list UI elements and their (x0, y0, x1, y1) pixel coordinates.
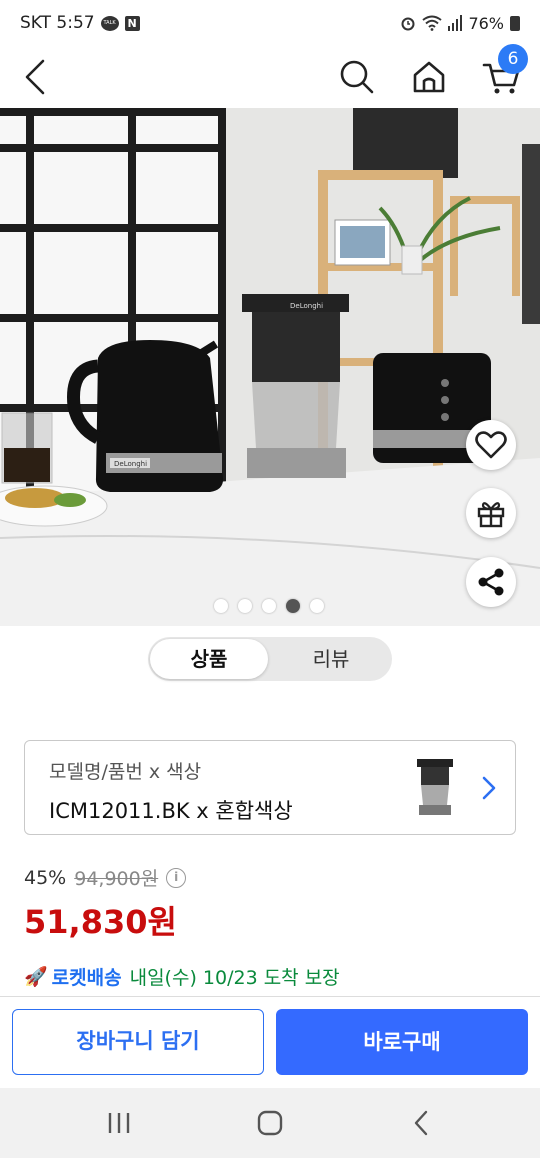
option-value: ICM12011.BK x 혼합색상 (49, 799, 293, 823)
product-review-tabs: 상품 리뷰 (148, 637, 392, 681)
recent-apps-button[interactable] (104, 1108, 134, 1138)
rocket-delivery-label: 로켓배송 (51, 967, 122, 989)
system-home-button[interactable] (255, 1108, 285, 1138)
tab-review[interactable]: 리뷰 (272, 639, 390, 679)
battery-icon (510, 15, 520, 31)
status-left: SKT 5:57 TALK N (20, 13, 140, 33)
recent-apps-icon (108, 1113, 130, 1133)
home-button[interactable] (406, 54, 452, 100)
like-button[interactable] (466, 420, 516, 470)
status-right: 76% (400, 14, 520, 33)
search-button[interactable] (334, 54, 380, 100)
carrier-time: SKT 5:57 (20, 13, 95, 33)
original-price: 94,900원 (74, 868, 159, 890)
chevron-left-icon (25, 59, 45, 95)
heart-icon (475, 431, 507, 459)
gift-icon (477, 502, 505, 528)
tab-product[interactable]: 상품 (150, 639, 268, 679)
add-to-cart-button[interactable]: 장바구니 담기 (12, 1009, 264, 1075)
carousel-dot-active[interactable] (286, 599, 300, 613)
system-navigation-bar (0, 1088, 540, 1158)
back-arrow-icon (414, 1110, 428, 1136)
product-photo: DeLonghi DeLonghi (0, 108, 540, 626)
system-back-button[interactable] (406, 1108, 436, 1138)
top-nav-bar: 6 (0, 44, 540, 108)
delivery-date: 내일(수) 10/23 도착 보장 (129, 967, 340, 989)
wifi-icon (422, 15, 443, 31)
delivery-info: 🚀 로켓배송 내일(수) 10/23 도착 보장 (24, 963, 340, 990)
battery-percent: 76% (468, 13, 504, 33)
product-image-carousel[interactable]: DeLonghi DeLonghi (0, 108, 540, 626)
discount-row: 45% 94,900원 i (24, 864, 187, 891)
cart-count-badge: 6 (498, 44, 528, 74)
home-icon (413, 61, 445, 93)
kettle-brand-text: DeLonghi (114, 460, 147, 468)
naver-icon: N (124, 15, 140, 31)
rocket-icon: 🚀 (24, 966, 48, 988)
back-button[interactable] (12, 54, 58, 100)
sale-price: 51,830원 (24, 903, 177, 941)
share-icon (478, 568, 504, 596)
option-selector[interactable]: 모델명/품번 x 색상 ICM12011.BK x 혼합색상 (24, 740, 516, 835)
chevron-right-icon (482, 776, 496, 800)
signal-icon (448, 15, 463, 31)
share-button[interactable] (466, 557, 516, 607)
carousel-dot[interactable] (310, 599, 324, 613)
buy-now-button[interactable]: 바로구매 (276, 1009, 528, 1075)
option-label: 모델명/품번 x 색상 (49, 761, 202, 783)
carousel-dot[interactable] (238, 599, 252, 613)
carousel-dot[interactable] (262, 599, 276, 613)
status-bar: SKT 5:57 TALK N 76% (0, 0, 540, 46)
carousel-dot[interactable] (214, 599, 228, 613)
info-icon[interactable]: i (166, 867, 187, 888)
kakaotalk-icon: TALK (100, 15, 119, 31)
option-thumbnail (417, 759, 453, 815)
gift-button[interactable] (466, 488, 516, 538)
discount-rate: 45% (24, 866, 67, 889)
purchase-action-bar: 장바구니 담기 바로구매 (0, 996, 540, 1088)
search-icon (340, 60, 374, 94)
coffee-maker-brand-text: DeLonghi (290, 302, 323, 310)
carousel-indicator (214, 599, 324, 613)
alarm-icon (401, 17, 415, 31)
cart-button[interactable]: 6 (478, 44, 528, 100)
home-square-icon (257, 1110, 283, 1136)
